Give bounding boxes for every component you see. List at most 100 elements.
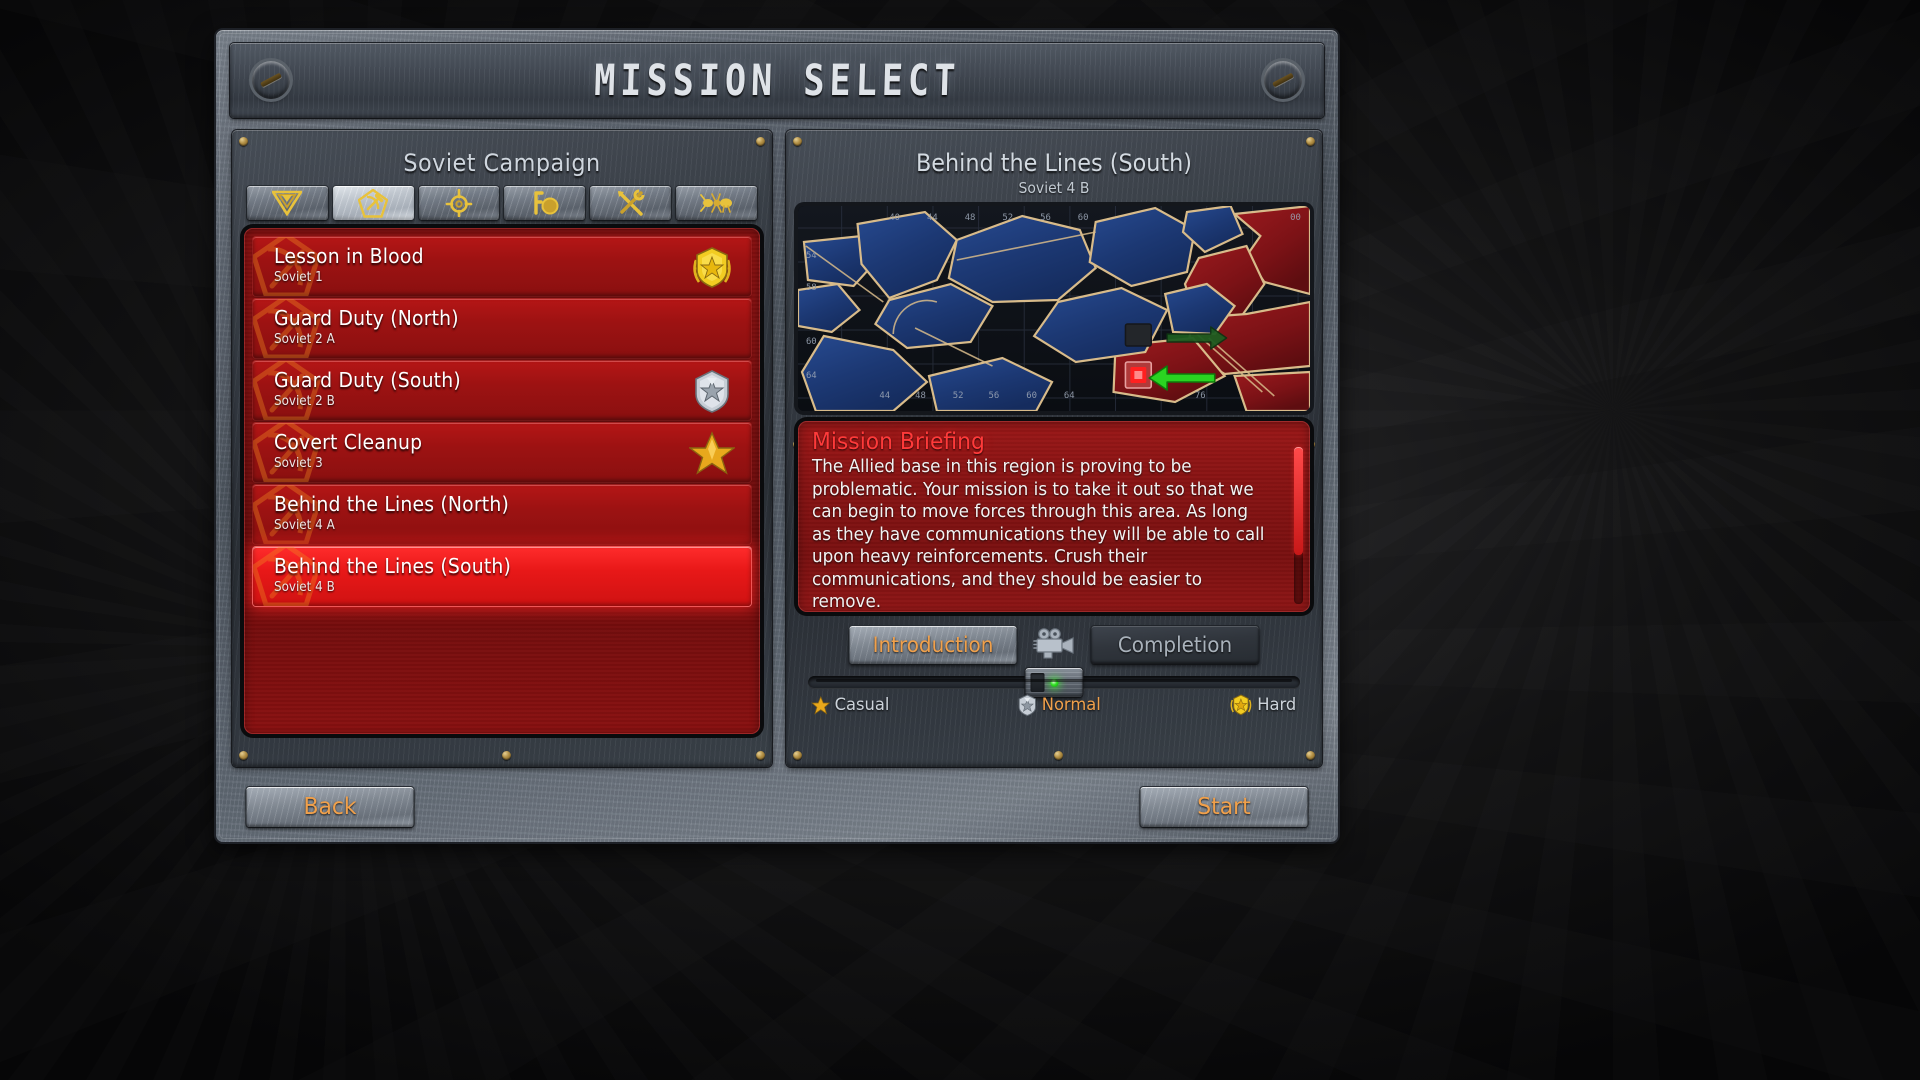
briefing-scroll-thumb[interactable]: [1294, 447, 1303, 555]
campaign-heading: Soviet Campaign: [403, 149, 601, 177]
silver-shield-medal-icon: [695, 370, 729, 413]
briefing-text: The Allied base in this region is provin…: [812, 457, 1265, 612]
gold-star-icon: [811, 695, 830, 715]
svg-text:60: 60: [1026, 391, 1037, 401]
introduction-video-button[interactable]: Introduction: [849, 626, 1017, 664]
film-camera-icon: [1033, 628, 1074, 659]
rivet-icon: [1054, 751, 1063, 760]
screw-right-icon: [1264, 61, 1302, 99]
gold-star-medal-icon: [689, 431, 735, 475]
campaign-map[interactable]: 40 44 48 52 56 60 00 54 58 60 64 44 48 52 56 60 64 …: [798, 206, 1310, 411]
sidebar-item-tab-yuri[interactable]: [418, 186, 500, 220]
footer-bar: Back Start: [226, 781, 1328, 833]
soviet-hammer-sickle-icon: [358, 188, 389, 218]
svg-text:54: 54: [806, 251, 817, 261]
mission-title: Guard Duty (South): [274, 368, 461, 392]
difficulty-option-hard[interactable]: Hard: [1230, 694, 1297, 716]
difficulty-slider-track[interactable]: [808, 668, 1300, 697]
crossed-tools-icon: [617, 189, 645, 216]
video-button-row: Introduction Completion: [798, 626, 1310, 664]
sidebar-item-tab-challenge[interactable]: [504, 186, 586, 220]
map-objective-marker: [1124, 361, 1153, 389]
title-bar: MISSION SELECT: [230, 43, 1324, 118]
sidebar-item-tab-ants[interactable]: [676, 186, 757, 220]
mission-code: Soviet 4 B: [274, 580, 335, 595]
mission-title: Lesson in Blood: [274, 244, 424, 268]
rivet-icon: [1306, 751, 1315, 760]
campaign-tabs: [244, 186, 760, 220]
mission-code: Soviet 1: [274, 270, 323, 285]
list-item[interactable]: Lesson in Blood Soviet 1: [253, 237, 751, 296]
svg-text:58: 58: [806, 283, 817, 293]
back-button[interactable]: Back: [246, 787, 414, 827]
mission-title: Behind the Lines (South): [274, 554, 512, 578]
campaign-panel: Soviet Campaign Lesson in Blood Soviet 1…: [232, 130, 772, 767]
rivet-icon: [756, 751, 765, 760]
target-crosshair-icon: [445, 189, 473, 217]
mission-code: Soviet 3: [274, 456, 323, 471]
sidebar-item-tab-allied[interactable]: [247, 186, 328, 220]
svg-text:44: 44: [879, 391, 890, 401]
selected-mission-title: Behind the Lines (South): [915, 149, 1193, 177]
mission-code: Soviet 4 A: [274, 518, 335, 533]
difficulty-label: Casual: [834, 695, 890, 715]
rivet-icon: [239, 751, 248, 760]
svg-text:64: 64: [1064, 391, 1075, 401]
allied-triangle-icon: [272, 190, 303, 216]
ant-icon: [699, 193, 732, 213]
briefing-scrollbar[interactable]: [1294, 447, 1303, 604]
silver-shield-icon: [1019, 694, 1037, 716]
selected-mission-code: Soviet 4 B: [1018, 179, 1090, 197]
completion-video-button[interactable]: Completion: [1091, 626, 1259, 664]
svg-text:60: 60: [806, 337, 817, 347]
difficulty-label: Normal: [1042, 695, 1102, 715]
mission-code: Soviet 2 B: [274, 394, 335, 409]
rivet-icon: [502, 751, 511, 760]
svg-text:76: 76: [1195, 391, 1206, 401]
svg-text:48: 48: [965, 213, 976, 223]
svg-text:44: 44: [927, 213, 938, 223]
mission-title: Guard Duty (North): [274, 306, 459, 330]
sidebar-item-tab-mods[interactable]: [590, 186, 672, 220]
difficulty-slider-handle[interactable]: [1025, 668, 1083, 697]
rivet-icon: [1306, 137, 1315, 146]
rivet-icon: [756, 137, 765, 146]
difficulty-option-casual[interactable]: Casual: [811, 694, 890, 716]
mission-title: Behind the Lines (North): [274, 492, 509, 516]
svg-text:64: 64: [806, 371, 817, 381]
difficulty-selector: Casual Normal Hard: [798, 668, 1310, 716]
mission-briefing-panel[interactable]: Mission Briefing The Allied base in this…: [798, 421, 1310, 612]
mission-title: Covert Cleanup: [274, 430, 423, 454]
difficulty-option-normal[interactable]: Normal: [1018, 694, 1101, 716]
difficulty-label: Hard: [1257, 695, 1297, 715]
svg-text:40: 40: [889, 213, 900, 223]
key-icon: [534, 191, 559, 215]
slider-led-icon: [1050, 678, 1058, 687]
svg-text:52: 52: [1002, 213, 1013, 223]
list-item[interactable]: Covert Cleanup Soviet 3: [253, 423, 751, 482]
briefing-title: Mission Briefing: [812, 429, 985, 455]
svg-text:48: 48: [915, 391, 926, 401]
list-item[interactable]: Behind the Lines (South) Soviet 4 B: [253, 547, 751, 606]
mission-detail-panel: Behind the Lines (South) Soviet 4 B 40 4…: [786, 130, 1322, 767]
screw-left-icon: [252, 61, 290, 99]
sidebar-item-tab-soviet[interactable]: [332, 186, 414, 220]
start-button[interactable]: Start: [1140, 787, 1308, 827]
gold-wreath-shield-medal-icon: [693, 247, 731, 288]
campaign-map-svg: 40 44 48 52 56 60 00 54586064 44 48 52 56 60 64 …: [798, 206, 1310, 411]
mission-select-window: MISSION SELECT Soviet Campaign Lesson in…: [216, 30, 1338, 842]
mission-list[interactable]: Lesson in Blood Soviet 1 Guard Duty (Nor…: [244, 228, 760, 734]
page-title: MISSION SELECT: [593, 55, 961, 106]
gold-wreath-icon: [1230, 694, 1252, 716]
rivet-icon: [793, 751, 802, 760]
rivet-icon: [793, 137, 802, 146]
svg-text:56: 56: [1040, 213, 1051, 223]
mission-code: Soviet 2 A: [274, 332, 335, 347]
rivet-icon: [239, 137, 248, 146]
list-item[interactable]: Behind the Lines (North) Soviet 4 A: [253, 485, 751, 544]
list-item[interactable]: Guard Duty (North) Soviet 2 A: [253, 299, 751, 358]
svg-text:00: 00: [1290, 213, 1301, 223]
svg-text:60: 60: [1078, 213, 1089, 223]
list-item[interactable]: Guard Duty (South) Soviet 2 B: [253, 361, 751, 420]
svg-text:52: 52: [953, 391, 964, 401]
